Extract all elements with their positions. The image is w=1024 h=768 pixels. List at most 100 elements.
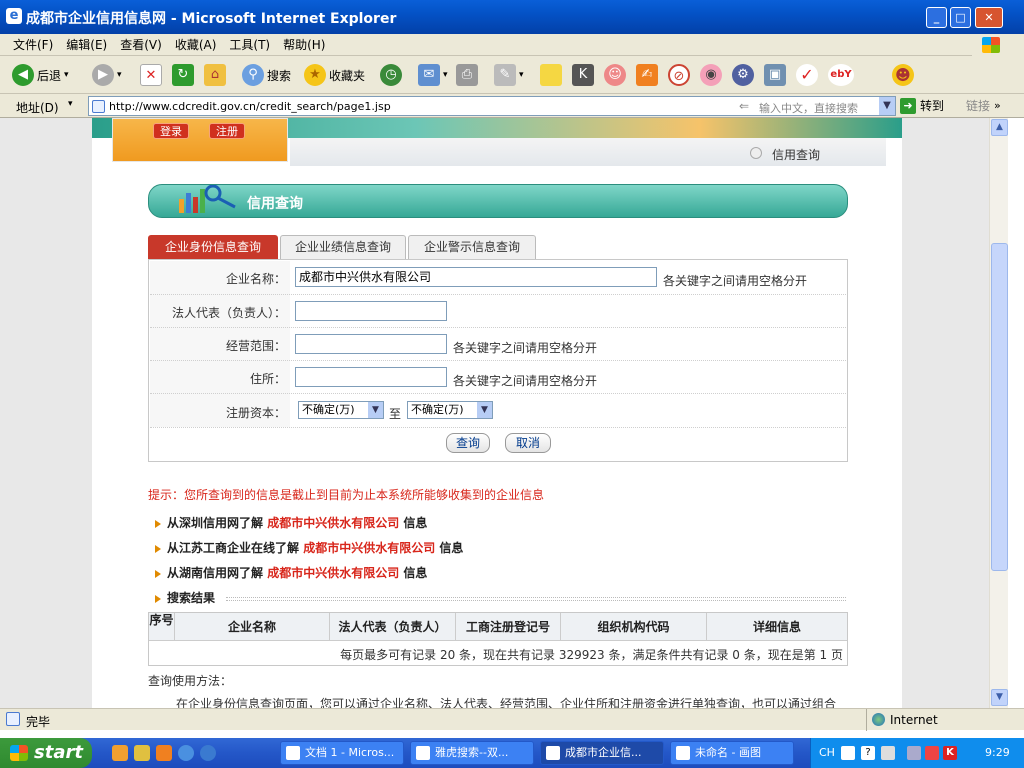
go-button[interactable]: 转到 <box>920 97 944 114</box>
menu-file[interactable]: 文件(F) <box>13 34 53 56</box>
k-icon: K <box>572 64 594 86</box>
task-paint[interactable]: 未命名 - 画图 <box>670 741 794 765</box>
quicklaunch-user-icon[interactable] <box>112 745 128 761</box>
blog-button[interactable]: ✍ <box>636 62 658 88</box>
page-done-icon <box>6 712 20 726</box>
scroll-up-icon[interactable]: ▲ <box>991 119 1008 136</box>
task-word[interactable]: 文档 1 - Micros... <box>280 741 404 765</box>
paint-icon <box>676 746 690 760</box>
home-button[interactable]: ⌂ <box>204 62 226 88</box>
quicklaunch-folder-icon[interactable] <box>156 745 172 761</box>
form-divider <box>150 427 846 428</box>
query-button[interactable]: 查询 <box>446 433 490 453</box>
link-jiangsu[interactable]: 从江苏工商企业在线了解 成都市中兴供水有限公司 信息 <box>155 539 463 556</box>
compass-icon: ⊘ <box>668 64 690 86</box>
capital-to-value: 不确定(万) <box>411 403 464 416</box>
menu-favorites[interactable]: 收藏(A) <box>175 34 217 56</box>
start-button[interactable]: start <box>0 738 92 768</box>
login-button[interactable]: 登录 <box>153 123 189 139</box>
address-dropdown-icon[interactable]: ▾ <box>68 99 73 109</box>
back-button[interactable]: ◀ 后退 ▾ <box>12 62 69 88</box>
kingsoft-icon[interactable]: K <box>943 746 957 760</box>
chevron-down-icon: ▼ <box>477 402 492 418</box>
favorites-button[interactable]: ★ 收藏夹 <box>304 62 365 88</box>
language-indicator[interactable]: CH <box>819 746 835 759</box>
note-button[interactable] <box>540 62 562 88</box>
ebay-button[interactable]: ebY <box>828 62 854 88</box>
address-field-input[interactable] <box>295 367 447 387</box>
smiley-button[interactable]: ☻ <box>892 62 914 88</box>
address-bar: 地址(D) ▾ http://www.cdcredit.gov.cn/credi… <box>0 94 1024 118</box>
mail-button[interactable]: ✉ ▾ <box>418 62 448 88</box>
tab-company-identity[interactable]: 企业身份信息查询 <box>148 235 278 259</box>
address-input[interactable]: http://www.cdcredit.gov.cn/credit_search… <box>88 96 896 116</box>
business-scope-input[interactable] <box>295 334 447 354</box>
task-yahoo[interactable]: 雅虎搜索--双... <box>410 741 534 765</box>
scroll-thumb[interactable] <box>991 243 1008 571</box>
row-company-name: 企业名称： 成都市中兴供水有限公司 各关键字之间请用空格分开 <box>150 261 846 293</box>
col-legal-rep: 法人代表（负责人） <box>330 613 456 641</box>
history-button[interactable]: ◷ <box>380 62 402 88</box>
help-icon[interactable]: ? <box>861 746 875 760</box>
row-registered-capital: 注册资本： 不确定(万) ▼ 至 不确定(万) ▼ <box>150 393 846 427</box>
chevron-right-icon[interactable]: » <box>994 99 1001 112</box>
print-button[interactable]: ⎙ <box>456 62 478 88</box>
messenger-button[interactable]: ☺ <box>604 62 626 88</box>
refresh-button[interactable]: ↻ <box>172 62 194 88</box>
tray-icon-3[interactable] <box>881 746 895 760</box>
login-box: 登录 注册 <box>112 118 288 162</box>
register-button[interactable]: 注册 <box>209 123 245 139</box>
forward-button[interactable]: ▶ ▾ <box>92 62 122 88</box>
toolbar: ◀ 后退 ▾ ▶ ▾ ✕ ↻ ⌂ ⚲ 搜索 ★ 收藏夹 ◷ ✉ ▾ ⎙ ✎ ▾ K ☺ ✍ ⊘… <box>0 56 1024 94</box>
address-field-hint: 各关键字之间请用空格分开 <box>453 374 598 388</box>
menu-edit[interactable]: 编辑(E) <box>66 34 107 56</box>
back-label: 后退 <box>37 68 62 83</box>
pig-button[interactable]: ◉ <box>700 62 722 88</box>
links-label[interactable]: 链接 <box>966 97 990 114</box>
search-label: 搜索 <box>267 68 292 83</box>
k-button[interactable]: K <box>572 62 594 88</box>
capital-to-select[interactable]: 不确定(万) ▼ <box>407 401 493 419</box>
link-shenzhen[interactable]: 从深圳信用网了解 成都市中兴供水有限公司 信息 <box>155 514 427 531</box>
business-scope-hint: 各关键字之间请用空格分开 <box>453 341 598 355</box>
company-name-input[interactable]: 成都市中兴供水有限公司 <box>295 267 657 287</box>
quicklaunch-ie-icon[interactable] <box>178 745 194 761</box>
swoosh-button[interactable]: ✓ <box>796 62 818 88</box>
search-button[interactable]: ⚲ 搜索 <box>242 62 291 88</box>
compass-button[interactable]: ⊘ <box>668 62 690 88</box>
media-button[interactable]: ▣ <box>764 62 786 88</box>
menu-view[interactable]: 查看(V) <box>120 34 162 56</box>
usage-text: 在企业身份信息查询页面，您可以通过企业名称、法人代表、经营范围、企业住所和注册资… <box>176 697 837 708</box>
edit-button[interactable]: ✎ ▾ <box>494 62 524 88</box>
network-icon[interactable] <box>907 746 921 760</box>
nav-credit-query[interactable]: 信用查询 <box>772 146 820 163</box>
menu-bar: 文件(F) 编辑(E) 查看(V) 收藏(A) 工具(T) 帮助(H) <box>0 34 1024 56</box>
header-nav-strip: 信用查询 <box>290 138 886 166</box>
tray-icon-1[interactable] <box>841 746 855 760</box>
search-icon: ⚲ <box>242 64 264 86</box>
tab-company-performance[interactable]: 企业业绩信息查询 <box>280 235 406 259</box>
gear-button[interactable]: ⚙ <box>732 62 754 88</box>
address-expand-icon[interactable]: ▼ <box>879 97 895 115</box>
antivirus-icon[interactable] <box>925 746 939 760</box>
quicklaunch-lightning-icon[interactable] <box>134 745 150 761</box>
vertical-scrollbar[interactable]: ▲ ▼ <box>989 118 1008 708</box>
close-button[interactable]: ✕ <box>975 7 1003 28</box>
cancel-button[interactable]: 取消 <box>505 433 551 453</box>
link-hunan[interactable]: 从湖南信用网了解 成都市中兴供水有限公司 信息 <box>155 564 427 581</box>
minimize-button[interactable]: _ <box>926 7 947 28</box>
go-arrow-icon[interactable]: ➜ <box>900 97 916 114</box>
scroll-down-icon[interactable]: ▼ <box>991 689 1008 706</box>
menu-help[interactable]: 帮助(H) <box>283 34 325 56</box>
results-summary: 每页最多可有记录 20 条，现在共有记录 329923 条，满足条件共有记录 0… <box>340 648 843 662</box>
row-legal-rep: 法人代表（负责人）： <box>150 294 846 326</box>
task-chengdu-credit[interactable]: 成都市企业信... <box>540 741 664 765</box>
quicklaunch-ie2-icon[interactable] <box>200 745 216 761</box>
menu-tools[interactable]: 工具(T) <box>229 34 270 56</box>
tab-company-warning[interactable]: 企业警示信息查询 <box>408 235 536 259</box>
stop-button[interactable]: ✕ <box>140 62 162 88</box>
legal-rep-input[interactable] <box>295 301 447 321</box>
maximize-button[interactable]: □ <box>950 7 971 28</box>
results-heading-rule <box>226 597 846 601</box>
capital-from-select[interactable]: 不确定(万) ▼ <box>298 401 384 419</box>
